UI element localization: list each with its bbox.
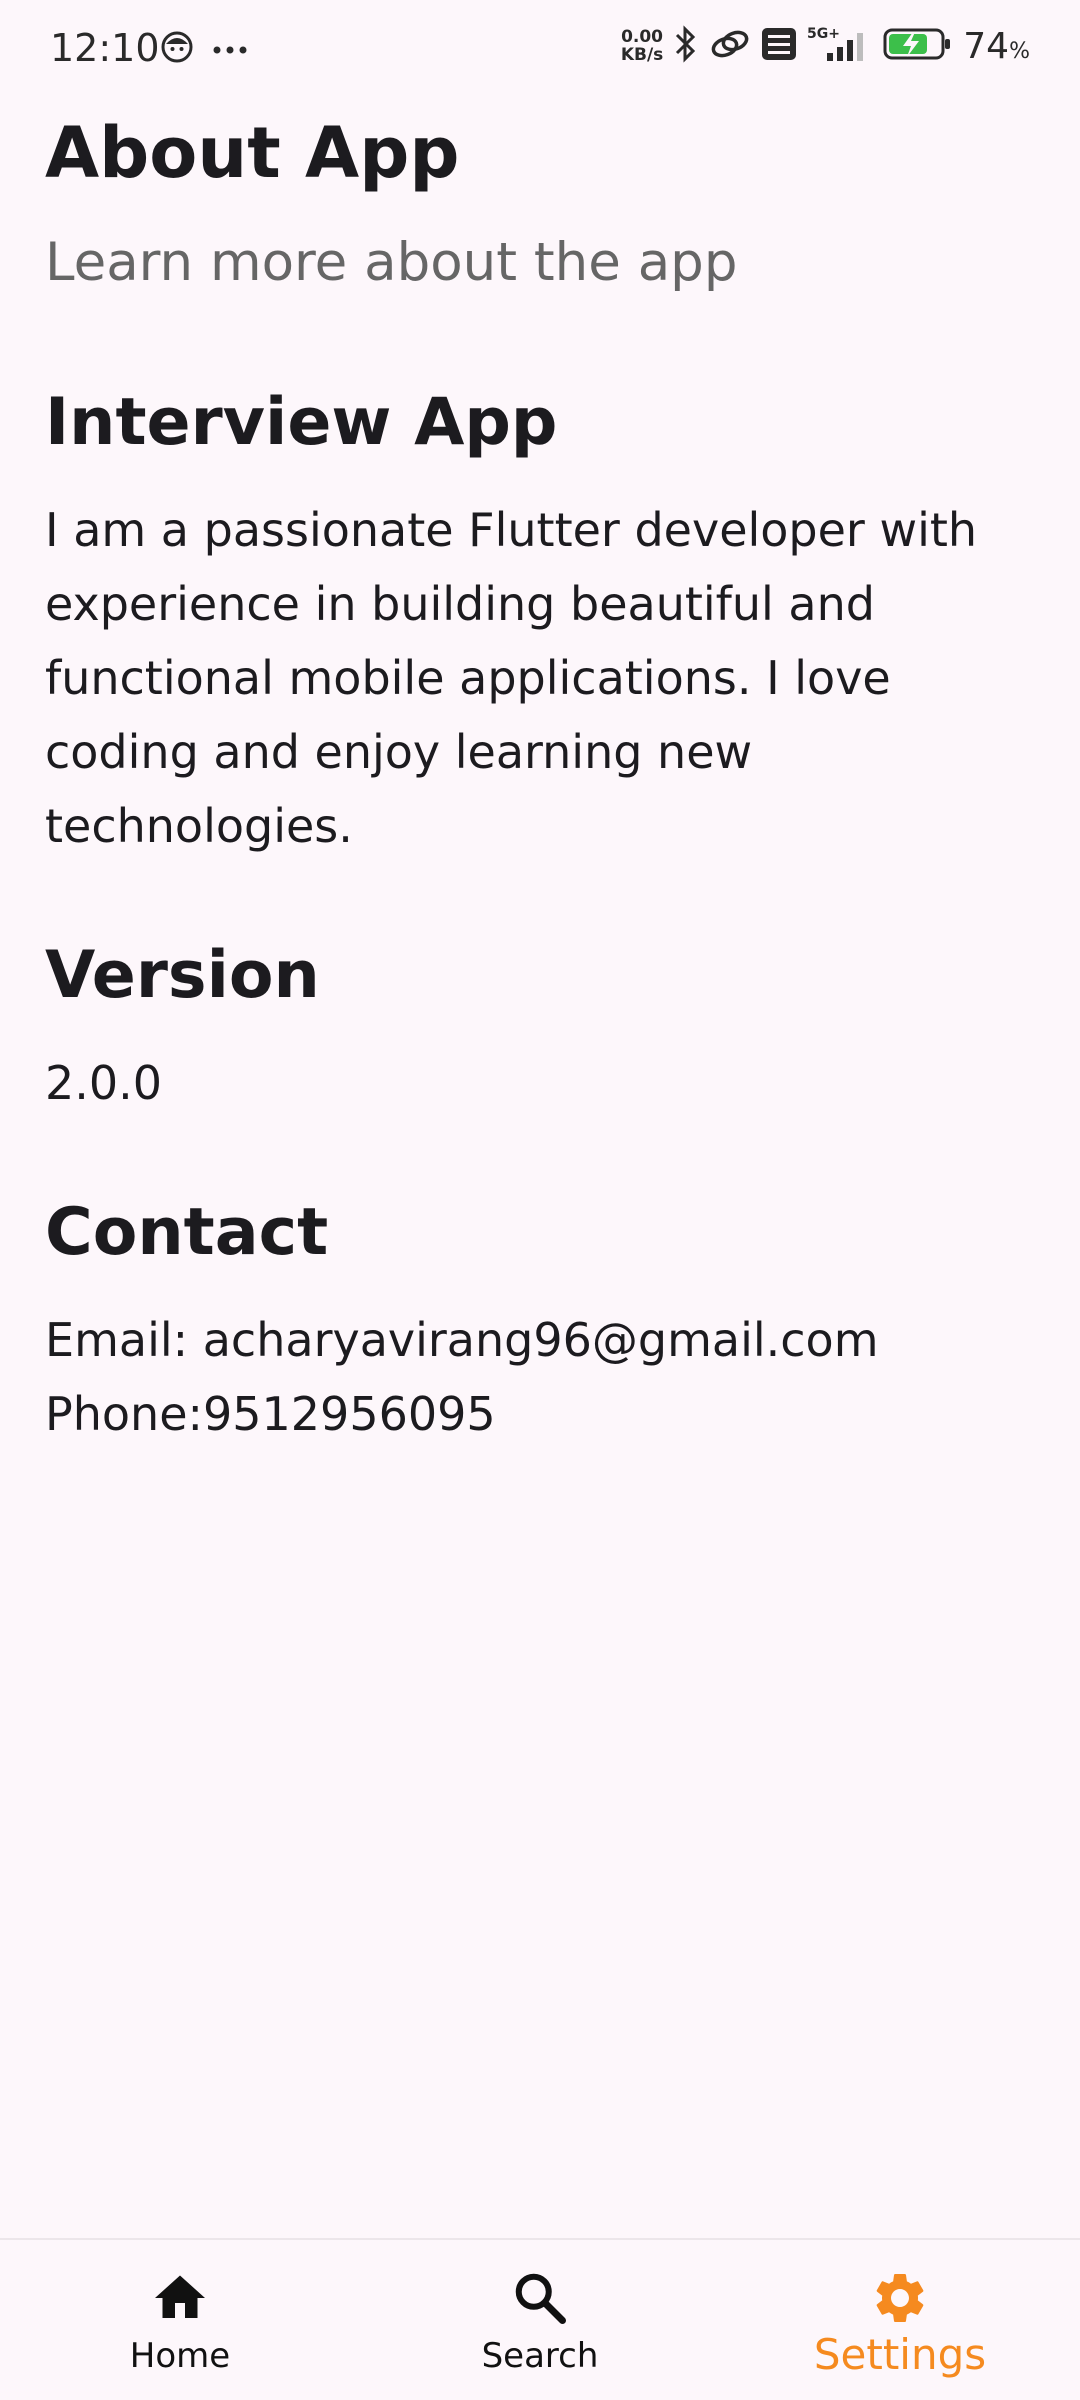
cellular-signal-icon: 5G+ xyxy=(807,25,873,67)
link-icon xyxy=(709,27,751,65)
home-icon xyxy=(150,2268,210,2328)
page-subtitle: Learn more about the app xyxy=(45,232,738,293)
nav-item-home[interactable]: Home xyxy=(0,2240,360,2400)
gear-icon xyxy=(870,2268,930,2328)
version-number: 2.0.0 xyxy=(45,1056,163,1110)
about-content: About App Learn more about the app Inter… xyxy=(45,108,1035,1441)
svg-text:5G+: 5G+ xyxy=(807,26,840,42)
bottom-navigation-bar: Home Search Settings xyxy=(0,2238,1080,2400)
version-heading: Version xyxy=(45,938,320,1013)
battery-percent: 74% xyxy=(963,25,1030,67)
nav-label-home: Home xyxy=(129,2336,231,2376)
app-info-section: Interview App I am a passionate Flutter … xyxy=(45,383,1035,863)
search-icon xyxy=(510,2268,570,2328)
nav-label-settings: Settings xyxy=(813,2330,987,2379)
volte-icon xyxy=(761,27,797,65)
app-name-heading: Interview App xyxy=(45,385,558,460)
nav-item-search[interactable]: Search xyxy=(360,2240,720,2400)
battery-charging-icon xyxy=(883,27,953,65)
status-time: 12:10 xyxy=(50,26,160,70)
contact-section: Contact Email: acharyavirang96@gmail.com… xyxy=(45,1193,1035,1451)
app-description: I am a passionate Flutter developer with… xyxy=(45,503,978,853)
nav-item-settings[interactable]: Settings xyxy=(720,2240,1080,2400)
contact-email: Email: acharyavirang96@gmail.com xyxy=(45,1313,879,1367)
contact-phone: Phone:9512956095 xyxy=(45,1387,496,1441)
more-notifications-icon xyxy=(212,40,248,59)
network-speed: 0.00 KB/s xyxy=(620,27,664,65)
version-section: Version 2.0.0 xyxy=(45,936,1035,1120)
page-title: About App xyxy=(45,112,460,194)
bluetooth-icon xyxy=(673,24,699,68)
nav-label-search: Search xyxy=(481,2336,599,2376)
contact-heading: Contact xyxy=(45,1195,329,1270)
face-notification-icon xyxy=(160,30,194,68)
about-app-screen: 12:10 0.00 KB/s 5G+ 74% About App Learn … xyxy=(0,0,1080,2400)
status-bar: 12:10 0.00 KB/s 5G+ 74% xyxy=(0,0,1080,100)
